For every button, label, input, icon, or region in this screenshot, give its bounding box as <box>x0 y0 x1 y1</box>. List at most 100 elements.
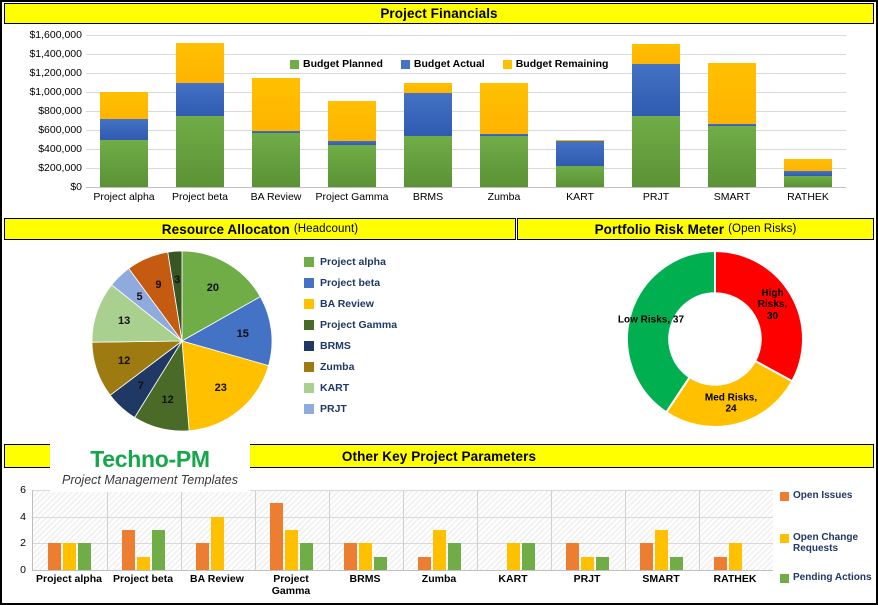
other-bar <box>580 556 594 570</box>
other-x-tick-label: PRJT <box>573 573 601 585</box>
resource-allocation-panel: 20 15 23 12 7 12 13 5 9 3 Project alpha Project be… <box>4 241 516 437</box>
financials-x-tick-label: Zumba <box>487 191 521 203</box>
pie-legend-label: Zumba <box>320 360 355 373</box>
other-bar <box>62 543 76 570</box>
legend-swatch-icon <box>304 403 314 414</box>
legend-swatch-icon <box>780 574 789 583</box>
pie-legend-item[interactable]: Zumba <box>304 356 504 377</box>
legend-swatch-icon <box>502 59 512 69</box>
legend-swatch-icon <box>304 277 314 288</box>
financials-bar-segment <box>100 118 148 141</box>
other-bar-group[interactable] <box>32 490 106 570</box>
pie-legend-item[interactable]: Project Gamma <box>304 314 504 335</box>
financials-bar-group[interactable] <box>162 35 238 187</box>
other-bar-group[interactable] <box>550 490 624 570</box>
legend-swatch-icon <box>304 361 314 372</box>
pie-legend-item[interactable]: KART <box>304 377 504 398</box>
financials-bar-segment <box>480 83 528 134</box>
financials-bar-stack <box>632 43 680 187</box>
portfolio-risk-title: Portfolio Risk Meter (Open Risks) <box>517 218 874 240</box>
financials-bar-segment <box>480 135 528 187</box>
other-bar <box>521 543 535 570</box>
other-bar <box>121 530 135 570</box>
financials-y-tick-label: $400,000 <box>38 143 82 155</box>
financials-x-tick-label: RATHEK <box>787 191 829 203</box>
other-bar <box>77 543 91 570</box>
financials-bar-stack <box>328 101 376 187</box>
other-legend-item[interactable]: Open Change Requests <box>780 532 878 554</box>
financials-legend-item[interactable]: Budget Planned <box>290 58 383 70</box>
financials-bar-group[interactable] <box>618 35 694 187</box>
financials-x-tick-label: Project Gamma <box>315 191 389 203</box>
other-legend-item[interactable]: Open Issues <box>780 490 852 501</box>
donut-data-value: 30 <box>766 310 779 322</box>
pie-data-label: 9 <box>155 278 162 291</box>
financials-bar-segment <box>708 125 756 187</box>
financials-bar-group[interactable] <box>694 35 770 187</box>
other-bar <box>136 556 150 570</box>
other-x-tick-label: BA Review <box>190 573 244 585</box>
legend-swatch-icon <box>780 534 789 543</box>
pie-legend-item[interactable]: BA Review <box>304 293 504 314</box>
logo-brand-name: Techno-PM <box>90 446 210 472</box>
financials-bar-segment <box>176 42 224 83</box>
other-legend-label: Pending Actions <box>793 572 872 583</box>
pie-data-label: 13 <box>117 315 131 328</box>
other-bar <box>343 543 357 570</box>
other-x-axis: Project alpha Project beta BA Review Projec… <box>32 573 772 597</box>
financials-x-axis: Project alpha Project beta BA Review Projec… <box>86 191 846 209</box>
financials-x-tick-label: BA Review <box>250 191 302 203</box>
financials-bar-stack <box>252 78 300 187</box>
pie-legend-label: KART <box>320 381 350 394</box>
dashboard-root: Project Financials $0 $200,000 $400,000 $60… <box>0 0 878 605</box>
other-y-tick-label: 4 <box>20 510 26 523</box>
financials-legend-item[interactable]: Budget Remaining <box>502 58 609 70</box>
other-bar-group[interactable] <box>180 490 254 570</box>
donut-data-label: Low Risks, 37 <box>617 313 685 325</box>
financials-legend-item[interactable]: Budget Actual <box>400 58 485 70</box>
other-bar-group[interactable] <box>328 490 402 570</box>
financials-bar-segment <box>328 101 376 142</box>
financials-bar-group[interactable] <box>86 35 162 187</box>
pie-legend-item[interactable]: Project alpha <box>304 251 504 272</box>
other-x-tick-label: KART <box>498 573 528 585</box>
other-bar-group[interactable] <box>698 490 772 570</box>
financials-y-tick-label: $200,000 <box>38 162 82 174</box>
middle-section: Resource Allocaton (Headcount) Portfolio… <box>2 216 876 440</box>
other-bar-group[interactable] <box>476 490 550 570</box>
resource-allocation-title: Resource Allocaton (Headcount) <box>4 218 516 240</box>
resource-allocation-subtitle: (Headcount) <box>293 223 359 235</box>
other-legend-item[interactable]: Pending Actions <box>780 572 872 583</box>
financials-bar-segment <box>100 91 148 119</box>
other-bar <box>210 516 224 570</box>
pie-legend-item[interactable]: Project beta <box>304 272 504 293</box>
financials-x-tick-label: PRJT <box>642 191 670 203</box>
other-bar <box>358 543 372 570</box>
other-bar-group[interactable] <box>254 490 328 570</box>
pie-legend-item[interactable]: PRJT <box>304 398 504 419</box>
other-bar-group[interactable] <box>624 490 698 570</box>
other-legend-label: Open Issues <box>793 490 853 501</box>
logo-tagline: Project Management Templates <box>61 473 239 487</box>
other-bar-group[interactable] <box>106 490 180 570</box>
financials-bar-segment <box>784 158 832 172</box>
financials-x-tick-label: Project beta <box>171 191 229 203</box>
other-parameters-section: Other Key Project Parameters Techno-PM P… <box>2 442 876 603</box>
other-bar-group[interactable] <box>402 490 476 570</box>
financials-legend-label: Budget Remaining <box>515 58 609 70</box>
pie-legend-item[interactable]: BRMS <box>304 335 504 356</box>
financials-legend: Budget Planned Budget Actual Budget Remain… <box>290 58 608 70</box>
financials-bar-group[interactable] <box>770 35 846 187</box>
pie-data-label: 23 <box>214 382 227 395</box>
pie-legend-label: BRMS <box>320 339 351 352</box>
pie-legend-label: Project beta <box>320 276 381 289</box>
other-bar <box>506 543 520 570</box>
other-y-tick-label: 0 <box>20 564 26 576</box>
other-bars <box>32 490 772 570</box>
portfolio-risk-subtitle: (Open Risks) <box>728 223 797 235</box>
financials-y-tick-label: $1,400,000 <box>29 48 82 60</box>
donut-data-label: High Risks, 30 <box>757 287 788 322</box>
other-x-tick-label: Zumba <box>421 573 457 585</box>
financials-bar-stack <box>404 83 452 187</box>
financials-bar-segment <box>176 82 224 116</box>
